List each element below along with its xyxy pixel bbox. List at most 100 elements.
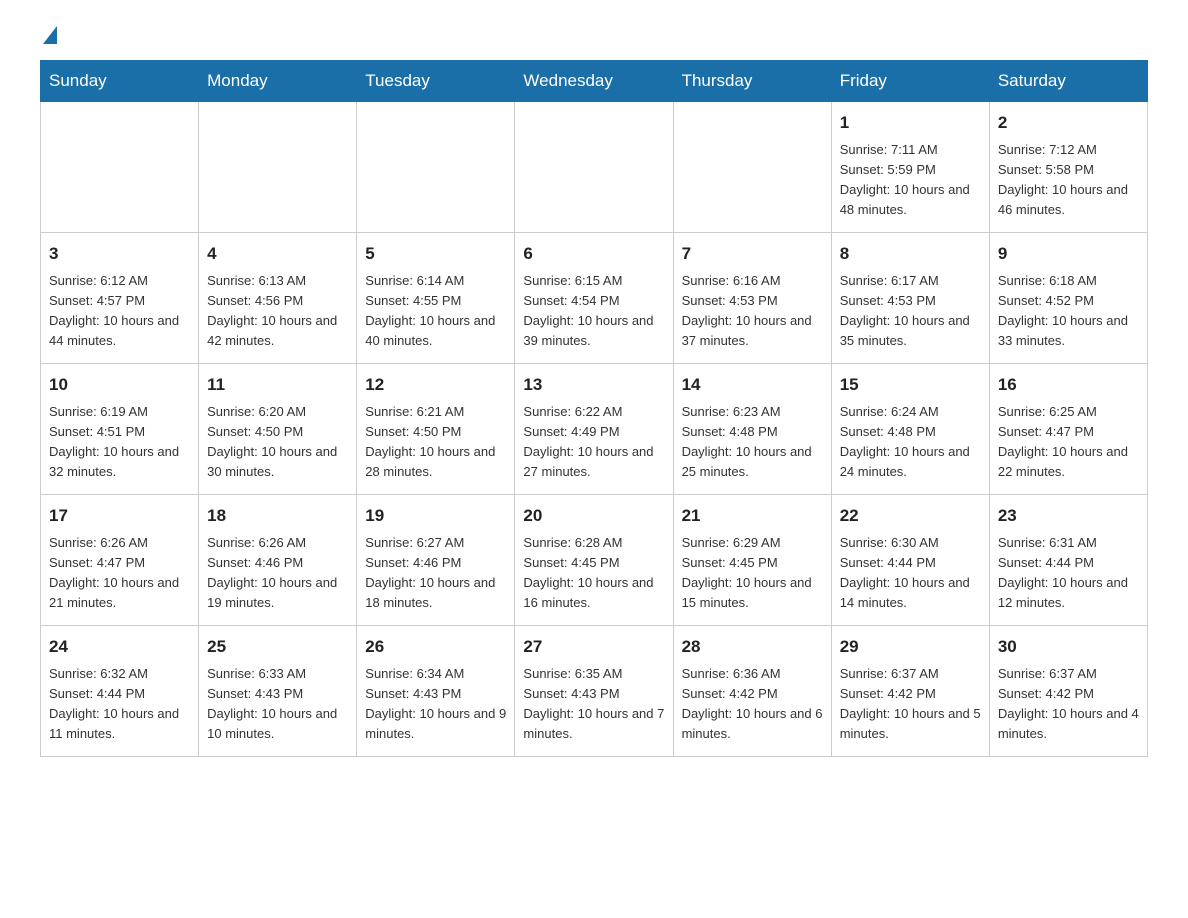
calendar-cell: 21 Sunrise: 6:29 AM Sunset: 4:45 PM Dayli… bbox=[673, 495, 831, 626]
calendar-cell: 5Sunrise: 6:14 AM Sunset: 4:55 PM Daylig… bbox=[357, 233, 515, 364]
calendar-cell: 14 Sunrise: 6:23 AM Sunset: 4:48 PM Dayli… bbox=[673, 364, 831, 495]
day-info: Sunrise: 6:31 AM Sunset: 4:44 PM Dayligh… bbox=[998, 533, 1139, 614]
day-info: Sunrise: 6:22 AM Sunset: 4:49 PM Dayligh… bbox=[523, 402, 664, 483]
calendar-week-row: 10 Sunrise: 6:19 AM Sunset: 4:51 PM Dayli… bbox=[41, 364, 1148, 495]
day-info: Sunrise: 6:37 AM Sunset: 4:42 PM Dayligh… bbox=[998, 664, 1139, 745]
calendar-cell: 20 Sunrise: 6:28 AM Sunset: 4:45 PM Dayli… bbox=[515, 495, 673, 626]
calendar-cell: 23Sunrise: 6:31 AM Sunset: 4:44 PM Dayli… bbox=[989, 495, 1147, 626]
day-of-week-header: Saturday bbox=[989, 61, 1147, 102]
calendar-week-row: 3 Sunrise: 6:12 AM Sunset: 4:57 PM Daylig… bbox=[41, 233, 1148, 364]
calendar-cell: 2Sunrise: 7:12 AM Sunset: 5:58 PM Daylig… bbox=[989, 102, 1147, 233]
calendar-cell bbox=[41, 102, 199, 233]
calendar-cell: 26 Sunrise: 6:34 AM Sunset: 4:43 PM Dayli… bbox=[357, 626, 515, 757]
day-of-week-header: Tuesday bbox=[357, 61, 515, 102]
logo-triangle-icon bbox=[43, 26, 57, 44]
day-number: 22 bbox=[840, 503, 981, 529]
calendar-week-row: 17 Sunrise: 6:26 AM Sunset: 4:47 PM Dayli… bbox=[41, 495, 1148, 626]
calendar-cell: 4 Sunrise: 6:13 AM Sunset: 4:56 PM Daylig… bbox=[199, 233, 357, 364]
day-number: 11 bbox=[207, 372, 348, 398]
day-info: Sunrise: 6:30 AM Sunset: 4:44 PM Dayligh… bbox=[840, 533, 981, 614]
day-of-week-header: Thursday bbox=[673, 61, 831, 102]
day-number: 30 bbox=[998, 634, 1139, 660]
calendar-cell: 11 Sunrise: 6:20 AM Sunset: 4:50 PM Dayli… bbox=[199, 364, 357, 495]
calendar-cell: 10 Sunrise: 6:19 AM Sunset: 4:51 PM Dayli… bbox=[41, 364, 199, 495]
day-info: Sunrise: 6:21 AM Sunset: 4:50 PM Dayligh… bbox=[365, 402, 506, 483]
calendar-cell: 13 Sunrise: 6:22 AM Sunset: 4:49 PM Dayli… bbox=[515, 364, 673, 495]
day-info: Sunrise: 6:37 AM Sunset: 4:42 PM Dayligh… bbox=[840, 664, 981, 745]
day-info: Sunrise: 7:11 AM Sunset: 5:59 PM Dayligh… bbox=[840, 140, 981, 221]
calendar-cell: 8 Sunrise: 6:17 AM Sunset: 4:53 PM Daylig… bbox=[831, 233, 989, 364]
calendar-cell: 17 Sunrise: 6:26 AM Sunset: 4:47 PM Dayli… bbox=[41, 495, 199, 626]
day-info: Sunrise: 6:18 AM Sunset: 4:52 PM Dayligh… bbox=[998, 271, 1139, 352]
day-info: Sunrise: 6:16 AM Sunset: 4:53 PM Dayligh… bbox=[682, 271, 823, 352]
calendar-cell: 9 Sunrise: 6:18 AM Sunset: 4:52 PM Daylig… bbox=[989, 233, 1147, 364]
day-of-week-header: Sunday bbox=[41, 61, 199, 102]
calendar-cell: 28 Sunrise: 6:36 AM Sunset: 4:42 PM Dayli… bbox=[673, 626, 831, 757]
day-info: Sunrise: 6:29 AM Sunset: 4:45 PM Dayligh… bbox=[682, 533, 823, 614]
day-number: 29 bbox=[840, 634, 981, 660]
calendar-cell: 1 Sunrise: 7:11 AM Sunset: 5:59 PM Daylig… bbox=[831, 102, 989, 233]
day-number: 1 bbox=[840, 110, 981, 136]
calendar-cell: 27 Sunrise: 6:35 AM Sunset: 4:43 PM Dayli… bbox=[515, 626, 673, 757]
calendar-cell bbox=[199, 102, 357, 233]
day-number: 9 bbox=[998, 241, 1139, 267]
day-info: Sunrise: 6:35 AM Sunset: 4:43 PM Dayligh… bbox=[523, 664, 664, 745]
day-number: 26 bbox=[365, 634, 506, 660]
day-info: Sunrise: 6:23 AM Sunset: 4:48 PM Dayligh… bbox=[682, 402, 823, 483]
day-number: 27 bbox=[523, 634, 664, 660]
calendar-table: SundayMondayTuesdayWednesdayThursdayFrid… bbox=[40, 60, 1148, 757]
day-info: Sunrise: 6:34 AM Sunset: 4:43 PM Dayligh… bbox=[365, 664, 506, 745]
calendar-cell: 18 Sunrise: 6:26 AM Sunset: 4:46 PM Dayli… bbox=[199, 495, 357, 626]
day-info: Sunrise: 6:12 AM Sunset: 4:57 PM Dayligh… bbox=[49, 271, 190, 352]
day-number: 21 bbox=[682, 503, 823, 529]
day-number: 8 bbox=[840, 241, 981, 267]
day-number: 28 bbox=[682, 634, 823, 660]
day-number: 3 bbox=[49, 241, 190, 267]
calendar-cell: 19Sunrise: 6:27 AM Sunset: 4:46 PM Dayli… bbox=[357, 495, 515, 626]
day-info: Sunrise: 6:24 AM Sunset: 4:48 PM Dayligh… bbox=[840, 402, 981, 483]
logo bbox=[40, 30, 57, 40]
calendar-cell: 22 Sunrise: 6:30 AM Sunset: 4:44 PM Dayli… bbox=[831, 495, 989, 626]
day-info: Sunrise: 6:17 AM Sunset: 4:53 PM Dayligh… bbox=[840, 271, 981, 352]
day-info: Sunrise: 6:36 AM Sunset: 4:42 PM Dayligh… bbox=[682, 664, 823, 745]
calendar-cell: 3 Sunrise: 6:12 AM Sunset: 4:57 PM Daylig… bbox=[41, 233, 199, 364]
page-header bbox=[40, 30, 1148, 40]
calendar-cell: 24Sunrise: 6:32 AM Sunset: 4:44 PM Dayli… bbox=[41, 626, 199, 757]
day-number: 20 bbox=[523, 503, 664, 529]
calendar-cell: 30 Sunrise: 6:37 AM Sunset: 4:42 PM Dayli… bbox=[989, 626, 1147, 757]
day-number: 16 bbox=[998, 372, 1139, 398]
calendar-cell: 6 Sunrise: 6:15 AM Sunset: 4:54 PM Daylig… bbox=[515, 233, 673, 364]
day-info: Sunrise: 6:14 AM Sunset: 4:55 PM Dayligh… bbox=[365, 271, 506, 352]
calendar-cell: 12 Sunrise: 6:21 AM Sunset: 4:50 PM Dayli… bbox=[357, 364, 515, 495]
day-number: 10 bbox=[49, 372, 190, 398]
calendar-cell bbox=[515, 102, 673, 233]
day-info: Sunrise: 6:32 AM Sunset: 4:44 PM Dayligh… bbox=[49, 664, 190, 745]
calendar-cell: 7Sunrise: 6:16 AM Sunset: 4:53 PM Daylig… bbox=[673, 233, 831, 364]
calendar-cell: 15Sunrise: 6:24 AM Sunset: 4:48 PM Dayli… bbox=[831, 364, 989, 495]
day-info: Sunrise: 6:13 AM Sunset: 4:56 PM Dayligh… bbox=[207, 271, 348, 352]
day-number: 13 bbox=[523, 372, 664, 398]
day-info: Sunrise: 6:19 AM Sunset: 4:51 PM Dayligh… bbox=[49, 402, 190, 483]
day-info: Sunrise: 6:26 AM Sunset: 4:47 PM Dayligh… bbox=[49, 533, 190, 614]
day-of-week-header: Wednesday bbox=[515, 61, 673, 102]
calendar-cell: 16Sunrise: 6:25 AM Sunset: 4:47 PM Dayli… bbox=[989, 364, 1147, 495]
calendar-cell: 29 Sunrise: 6:37 AM Sunset: 4:42 PM Dayli… bbox=[831, 626, 989, 757]
day-info: Sunrise: 6:26 AM Sunset: 4:46 PM Dayligh… bbox=[207, 533, 348, 614]
day-info: Sunrise: 6:33 AM Sunset: 4:43 PM Dayligh… bbox=[207, 664, 348, 745]
day-number: 19 bbox=[365, 503, 506, 529]
day-number: 25 bbox=[207, 634, 348, 660]
day-number: 6 bbox=[523, 241, 664, 267]
calendar-header-row: SundayMondayTuesdayWednesdayThursdayFrid… bbox=[41, 61, 1148, 102]
day-number: 18 bbox=[207, 503, 348, 529]
day-number: 12 bbox=[365, 372, 506, 398]
calendar-week-row: 24Sunrise: 6:32 AM Sunset: 4:44 PM Dayli… bbox=[41, 626, 1148, 757]
day-number: 17 bbox=[49, 503, 190, 529]
day-info: Sunrise: 6:15 AM Sunset: 4:54 PM Dayligh… bbox=[523, 271, 664, 352]
day-number: 4 bbox=[207, 241, 348, 267]
day-info: Sunrise: 6:28 AM Sunset: 4:45 PM Dayligh… bbox=[523, 533, 664, 614]
calendar-cell: 25 Sunrise: 6:33 AM Sunset: 4:43 PM Dayli… bbox=[199, 626, 357, 757]
day-number: 14 bbox=[682, 372, 823, 398]
day-of-week-header: Friday bbox=[831, 61, 989, 102]
day-info: Sunrise: 7:12 AM Sunset: 5:58 PM Dayligh… bbox=[998, 140, 1139, 221]
day-info: Sunrise: 6:20 AM Sunset: 4:50 PM Dayligh… bbox=[207, 402, 348, 483]
